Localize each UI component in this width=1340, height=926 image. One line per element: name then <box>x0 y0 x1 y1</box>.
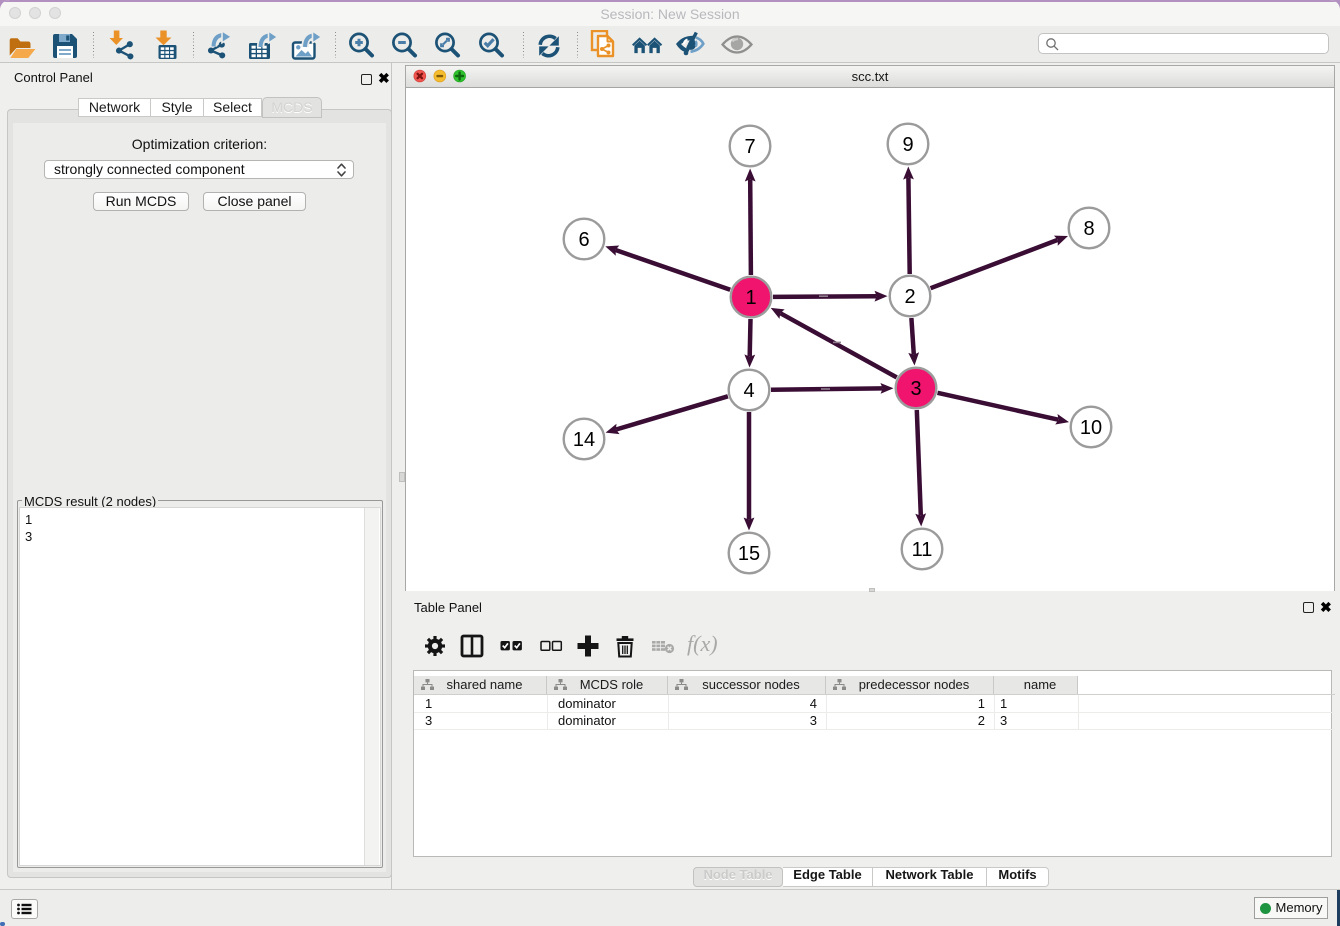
svg-text:3: 3 <box>910 378 921 400</box>
svg-text:11: 11 <box>912 539 933 561</box>
svg-text:2: 2 <box>904 286 915 308</box>
svg-text:10: 10 <box>1080 417 1102 439</box>
svg-text:9: 9 <box>902 134 913 156</box>
svg-text:6: 6 <box>578 229 589 251</box>
svg-text:4: 4 <box>743 380 754 402</box>
svg-text:8: 8 <box>1083 218 1094 240</box>
svg-text:1: 1 <box>745 287 756 309</box>
svg-text:7: 7 <box>744 136 755 158</box>
svg-text:14: 14 <box>573 429 595 451</box>
svg-text:15: 15 <box>738 543 760 565</box>
